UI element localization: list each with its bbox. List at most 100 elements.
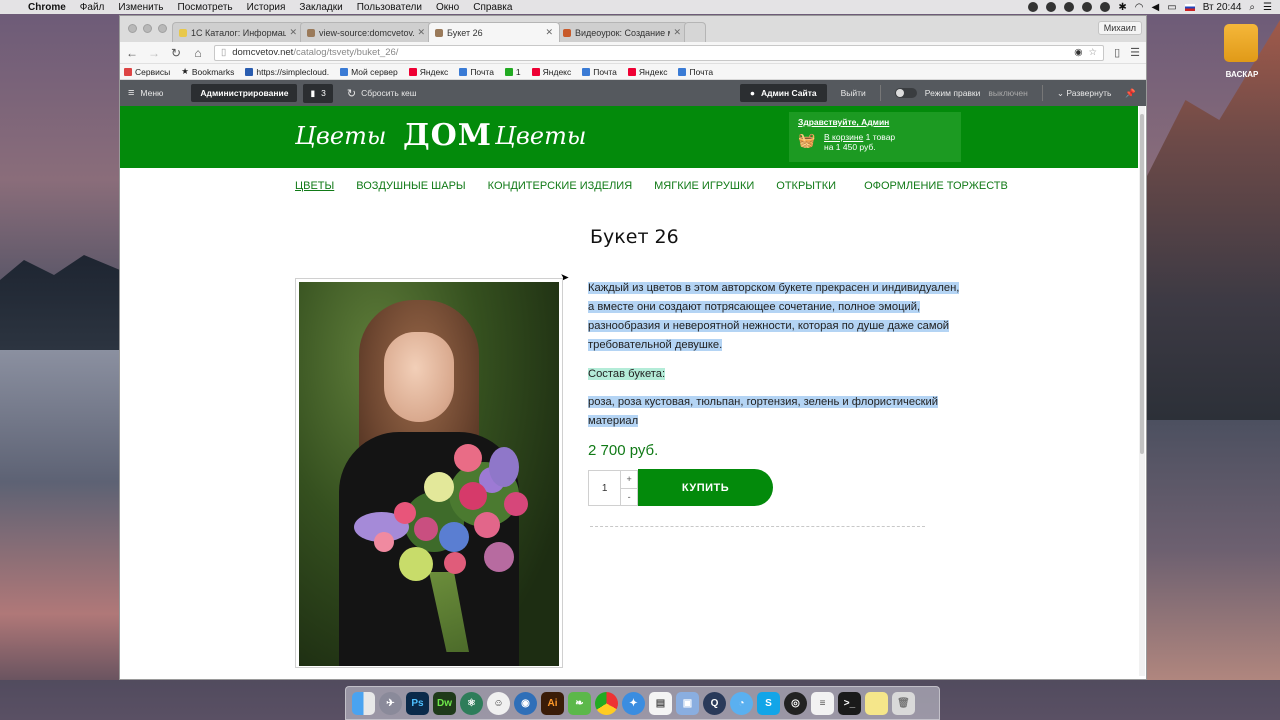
nav-postcards[interactable]: ОТКРЫТКИ bbox=[776, 180, 836, 192]
greeting-link[interactable]: Здравствуйте, Админ bbox=[798, 117, 952, 127]
expand-button[interactable]: ⌄ Развернуть bbox=[1057, 88, 1112, 99]
obs-icon[interactable]: ◎ bbox=[784, 691, 807, 715]
forward-icon[interactable]: → bbox=[148, 46, 160, 60]
tab-product[interactable]: Букет 26 ✕ bbox=[428, 22, 560, 42]
menubar-item-bookmarks[interactable]: Закладки bbox=[299, 2, 342, 13]
chrome-menu-icon[interactable]: ☰ bbox=[1130, 46, 1140, 59]
administration-button[interactable]: Администрирование bbox=[191, 84, 298, 102]
close-tab-icon[interactable]: ✕ bbox=[417, 27, 425, 38]
photoshop-icon[interactable]: Ps bbox=[406, 691, 429, 715]
pin-icon[interactable]: 📌 bbox=[1125, 88, 1136, 99]
quicktime-icon[interactable]: Q bbox=[703, 691, 726, 715]
page-scrollbar[interactable] bbox=[1139, 106, 1145, 676]
status-icon[interactable] bbox=[1046, 2, 1057, 12]
close-window-button[interactable] bbox=[128, 24, 137, 33]
star-icon[interactable]: ☆ bbox=[1089, 47, 1098, 58]
quantity-stepper[interactable]: 1 + - bbox=[588, 470, 638, 506]
smiley-icon[interactable]: ☺ bbox=[487, 691, 510, 715]
bookmark-item[interactable]: Яндекс bbox=[408, 67, 448, 77]
bookmark-item[interactable]: Почта bbox=[582, 67, 617, 77]
menubar-item-file[interactable]: Файл bbox=[80, 2, 105, 13]
illustrator-icon[interactable]: Ai bbox=[541, 691, 564, 715]
admin-menu-button[interactable]: ≡ Меню bbox=[128, 87, 163, 99]
safari-icon[interactable]: ✦ bbox=[622, 691, 645, 715]
clear-cache-button[interactable]: ↻ Сбросить кеш bbox=[347, 87, 417, 100]
close-tab-icon[interactable]: ✕ bbox=[545, 27, 553, 38]
ball-icon[interactable]: ◉ bbox=[514, 691, 537, 715]
status-icon[interactable] bbox=[1082, 2, 1093, 12]
bookmark-item[interactable]: Почта bbox=[678, 67, 713, 77]
nav-confectionery[interactable]: КОНДИТЕРСКИЕ ИЗДЕЛИЯ bbox=[488, 180, 632, 192]
bookmark-item[interactable]: ★ Bookmarks bbox=[181, 66, 234, 77]
battery-icon[interactable]: ▭ bbox=[1167, 2, 1176, 13]
scrollbar-thumb[interactable] bbox=[1140, 114, 1144, 454]
flag-icon[interactable] bbox=[1184, 3, 1195, 11]
maximize-window-button[interactable] bbox=[158, 24, 167, 33]
cart-link[interactable]: В корзине bbox=[824, 132, 863, 142]
messages-icon[interactable]: ◔ bbox=[730, 691, 753, 715]
menubar-item-history[interactable]: История bbox=[247, 2, 286, 13]
buy-button[interactable]: КУПИТЬ bbox=[638, 469, 773, 506]
home-icon[interactable]: ⌂ bbox=[192, 46, 204, 60]
bookmark-item[interactable]: Мой сервер bbox=[340, 67, 398, 77]
edit-mode-toggle[interactable]: Режим правки выключен bbox=[894, 88, 1028, 98]
document-icon[interactable]: ▤ bbox=[649, 691, 672, 715]
sync-icon[interactable]: ◉ bbox=[1074, 47, 1082, 58]
increment-button[interactable]: + bbox=[621, 471, 637, 489]
notes-icon[interactable]: ≡ bbox=[811, 691, 834, 715]
tab-video[interactable]: Видеоурок: Создание ма ✕ bbox=[556, 22, 688, 42]
new-tab-button[interactable] bbox=[684, 22, 706, 42]
minimize-window-button[interactable] bbox=[143, 24, 152, 33]
volume-icon[interactable]: ◀ bbox=[1152, 2, 1160, 13]
nav-soft-toys[interactable]: МЯГКИЕ ИГРУШКИ bbox=[654, 180, 754, 192]
notifications-button[interactable]: ▮ 3 bbox=[303, 83, 333, 103]
drive-icon[interactable] bbox=[1224, 24, 1260, 64]
list-icon[interactable]: ☰ bbox=[1263, 2, 1272, 13]
nav-event-decor[interactable]: ОФОРМЛЕНИЕ ТОРЖЕСТВ bbox=[864, 180, 1008, 192]
menubar-item-window[interactable]: Окно bbox=[436, 2, 459, 13]
close-tab-icon[interactable]: ✕ bbox=[673, 27, 681, 38]
menubar-item-edit[interactable]: Изменить bbox=[118, 2, 163, 13]
decrement-button[interactable]: - bbox=[621, 489, 637, 506]
nav-balloons[interactable]: ВОЗДУШНЫЕ ШАРЫ bbox=[356, 180, 465, 192]
bookmark-item[interactable]: 1 bbox=[504, 67, 521, 77]
status-icon[interactable] bbox=[1064, 2, 1075, 12]
tab-catalog[interactable]: 1С Каталог: Информация ✕ bbox=[172, 22, 304, 42]
mobile-icon[interactable]: ▯ bbox=[1114, 46, 1120, 59]
dreamweaver-icon[interactable]: Dw bbox=[433, 691, 456, 715]
search-icon[interactable]: ⌕ bbox=[1249, 2, 1255, 13]
back-icon[interactable]: ← bbox=[126, 46, 138, 60]
site-logo[interactable]: Цветы ДОМ Цветы bbox=[295, 118, 595, 156]
stickies-icon[interactable] bbox=[865, 691, 888, 715]
menubar-item-view[interactable]: Посмотреть bbox=[178, 2, 233, 13]
status-icon[interactable] bbox=[1028, 2, 1039, 12]
reload-icon[interactable]: ↻ bbox=[170, 46, 182, 60]
menubar-item-people[interactable]: Пользователи bbox=[357, 2, 422, 13]
bluetooth-icon[interactable]: ✱ bbox=[1118, 2, 1126, 13]
profile-button[interactable]: Михаил bbox=[1097, 21, 1142, 35]
basket-icon[interactable]: 🧺 bbox=[798, 132, 818, 148]
bookmark-item[interactable]: Яндекс bbox=[627, 67, 667, 77]
launchpad-icon[interactable]: ✈ bbox=[379, 691, 402, 715]
site-admin-button[interactable]: ● Админ Сайта bbox=[739, 84, 827, 102]
menubar-item-help[interactable]: Справка bbox=[473, 2, 512, 13]
product-photo[interactable] bbox=[299, 282, 559, 666]
menubar-app-name[interactable]: Chrome bbox=[28, 2, 66, 13]
terminal-icon[interactable]: >_ bbox=[838, 691, 861, 715]
preview-icon[interactable]: ▣ bbox=[676, 691, 699, 715]
toggle-switch[interactable] bbox=[894, 88, 917, 98]
status-icon[interactable] bbox=[1100, 2, 1111, 12]
tab-view-source[interactable]: view-source:domcvetov.ne ✕ bbox=[300, 22, 432, 42]
address-bar[interactable]: ▯ domcvetov.net/catalog/tsvety/buket_26/… bbox=[214, 44, 1105, 61]
product-image-frame[interactable] bbox=[295, 278, 563, 668]
close-tab-icon[interactable]: ✕ bbox=[289, 27, 297, 38]
quantity-input[interactable]: 1 bbox=[589, 471, 620, 505]
bookmark-item[interactable]: Яндекс bbox=[531, 67, 571, 77]
trash-icon[interactable]: 🗑 bbox=[892, 691, 915, 715]
menubar-clock[interactable]: Вт 20:44 bbox=[1203, 2, 1242, 13]
bookmark-item[interactable]: https://simplecloud. bbox=[245, 67, 329, 77]
nav-flowers[interactable]: ЦВЕТЫ bbox=[295, 180, 334, 192]
finder-icon[interactable] bbox=[352, 691, 375, 715]
bookmark-item[interactable]: Почта bbox=[459, 67, 494, 77]
drive-label[interactable]: ВАСКАР bbox=[1218, 70, 1266, 79]
